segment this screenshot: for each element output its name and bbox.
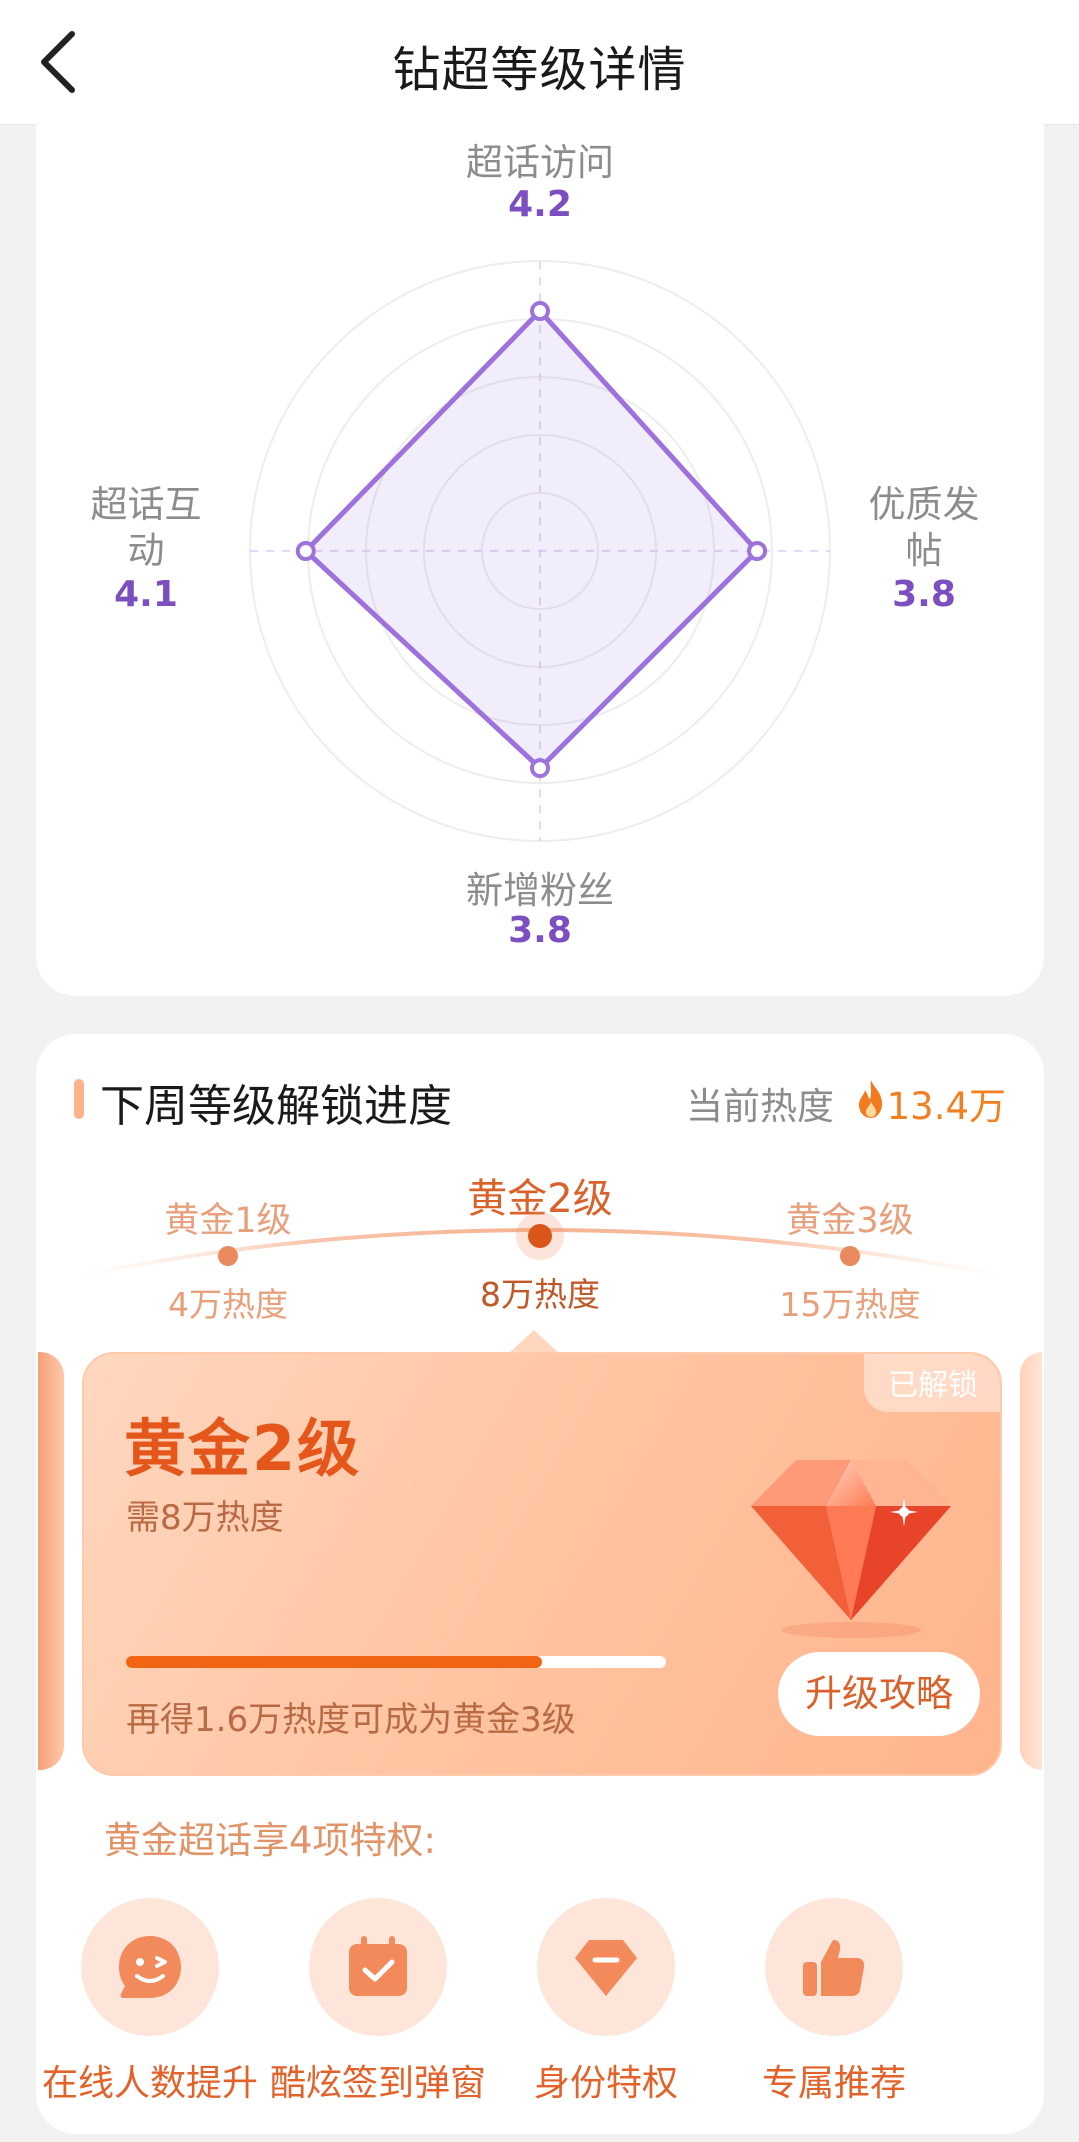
axis-value-visits: 4.2: [508, 184, 572, 225]
upgrade-guide-button[interactable]: 升级攻略: [778, 1652, 980, 1736]
heat-progress-fill: [126, 1656, 542, 1668]
privilege-icon-circle: [309, 1898, 447, 2036]
card-requirement: 需8万热度: [126, 1498, 284, 1538]
section-title: 下周等级解锁进度: [100, 1081, 452, 1132]
radar-point-1: [747, 541, 768, 561]
axis-label-interaction: 超话互动: [90, 483, 202, 572]
level-name-gold-3[interactable]: 黄金3级: [750, 1192, 950, 1243]
diamond-gem-icon: [751, 1460, 951, 1638]
flame-icon: [859, 1080, 882, 1118]
thumbs-up-icon: [803, 1940, 865, 1996]
radar-card: 超话访问 4.2 优质发帖 3.8 新增粉丝 3.8 超话互动 4.1: [36, 124, 1044, 996]
privilege-label: 在线人数提升: [41, 2063, 258, 2104]
level-name-gold-1[interactable]: 黄金1级: [128, 1192, 328, 1243]
level-dot-gold-1: [218, 1246, 238, 1266]
axis-label-new-fans: 新增粉丝: [466, 869, 614, 912]
level-progress-card: 下周等级解锁进度 当前热度 13.4万 黄金1级 4万热度 黄金2级 8万热度 …: [36, 1034, 1044, 2134]
card-level-title: 黄金2级: [124, 1412, 362, 1485]
heat-progress-bar: [126, 1656, 666, 1668]
current-heat-label: 当前热度: [686, 1085, 834, 1128]
privilege-label: 酷炫签到弹窗: [269, 2063, 486, 2104]
level-req-gold-1: 4万热度: [168, 1285, 288, 1324]
radar-polygon: [303, 308, 760, 771]
radar-point-2: [530, 758, 550, 779]
axis-value-interaction: 4.1: [114, 574, 178, 615]
privilege-icon-circle: [81, 1898, 219, 2036]
level-req-gold-3: 15万热度: [779, 1285, 921, 1324]
unlocked-badge: 已解锁: [864, 1354, 1000, 1412]
level-dot-gold-2: [528, 1224, 552, 1248]
axis-value-quality-posts: 3.8: [892, 574, 956, 615]
section-accent-bar: [74, 1079, 84, 1119]
level-dot-gold-3: [840, 1246, 860, 1266]
card-pointer: [508, 1330, 560, 1354]
privilege-checkin-popup[interactable]: 酷炫签到弹窗: [264, 1898, 492, 2106]
privilege-identity[interactable]: 身份特权: [492, 1898, 720, 2106]
level-req-gold-2: 8万热度: [480, 1275, 600, 1314]
next-level-card[interactable]: [1020, 1352, 1042, 1770]
progress-hint-text: 再得1.6万热度可成为黄金3级: [126, 1700, 576, 1740]
radar-point-3: [295, 541, 316, 561]
axis-label-quality-posts: 优质发帖: [868, 483, 980, 572]
privilege-label: 身份特权: [533, 2063, 678, 2104]
privilege-label: 专属推荐: [761, 2063, 906, 2104]
privileges-title: 黄金超话享4项特权:: [104, 1819, 437, 1862]
axis-label-visits: 超话访问: [466, 141, 614, 184]
smile-face-icon: [119, 1936, 181, 1998]
calendar-check-icon: [349, 1936, 407, 1996]
privilege-icon-circle: [765, 1898, 903, 2036]
current-heat-value: 13.4万: [886, 1085, 1006, 1128]
top-bar: 钻超等级详情: [0, 0, 1079, 125]
privilege-online-count[interactable]: 在线人数提升: [36, 1898, 264, 2106]
axis-value-new-fans: 3.8: [508, 910, 572, 951]
diamond-icon: [575, 1940, 637, 1996]
current-level-card[interactable]: 已解锁 黄金2级 需8万热度 再得1.6万热度可成为黄金3级 升级攻略: [82, 1352, 1002, 1776]
radar-point-0: [530, 301, 550, 322]
prev-level-card[interactable]: [38, 1352, 64, 1770]
privilege-icon-circle: [537, 1898, 675, 2036]
page-title: 钻超等级详情: [392, 42, 687, 98]
privilege-exclusive-recommend[interactable]: 专属推荐: [720, 1898, 948, 2106]
